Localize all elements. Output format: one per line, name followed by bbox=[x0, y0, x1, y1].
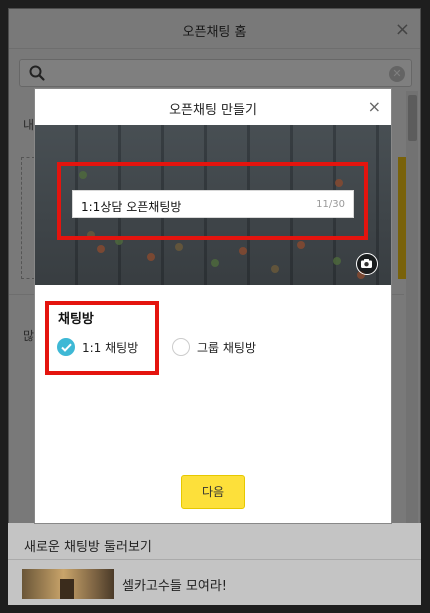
create-open-chat-dialog: 오픈채팅 만들기 × 1:1상담 오픈채팅방 11/30 채팅방 1:1 채팅방… bbox=[34, 88, 392, 524]
room-thumbnail[interactable] bbox=[22, 569, 114, 599]
close-icon[interactable]: × bbox=[368, 97, 381, 116]
browse-new-rooms-section: 새로운 채팅방 둘러보기 셀카고수들 모여라! bbox=[8, 523, 421, 605]
room-title[interactable]: 셀카고수들 모여라! bbox=[122, 575, 227, 594]
dialog-title: 오픈채팅 만들기 bbox=[169, 103, 257, 118]
divider bbox=[8, 559, 421, 560]
option-group-chat[interactable]: 그룹 채팅방 bbox=[172, 337, 256, 357]
highlight-room-type bbox=[45, 301, 159, 375]
next-button[interactable]: 다음 bbox=[181, 475, 245, 509]
dialog-header: 오픈채팅 만들기 × bbox=[35, 89, 391, 125]
camera-icon[interactable] bbox=[356, 253, 378, 275]
radio-empty-icon[interactable] bbox=[172, 338, 190, 356]
browse-section-title: 새로운 채팅방 둘러보기 bbox=[24, 540, 152, 555]
highlight-name-field bbox=[57, 162, 368, 240]
option-label: 그룹 채팅방 bbox=[197, 340, 257, 355]
